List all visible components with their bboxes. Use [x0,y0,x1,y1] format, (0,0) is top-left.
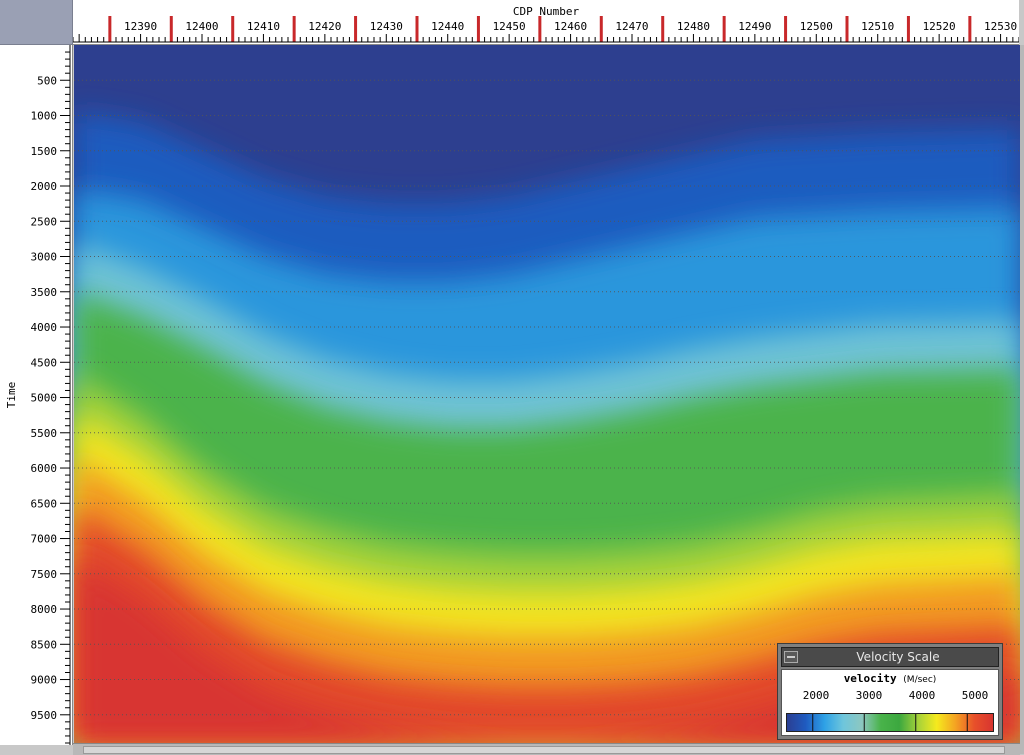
x-tick-label: 12430 [370,20,403,33]
x-major-tick [231,16,235,42]
x-major-tick [968,16,972,42]
colorbar-tick-label: 4000 [908,689,936,702]
y-tick-label: 5500 [31,427,58,440]
y-tick-label: 4500 [31,356,58,369]
x-tick-label: 12520 [923,20,956,33]
x-tick-label: 12530 [984,20,1017,33]
y-axis: Time 500 1000 1500 2000 2500 3000 3500 4000 4500 5… [0,45,73,745]
y-tick-label: 4000 [31,321,58,334]
y-tick-label: 2500 [31,215,58,228]
colorbar-label-text: velocity [843,672,897,685]
colorbar-tick-label: 5000 [961,689,989,702]
y-tick-label: 2000 [31,180,58,193]
y-tick-label: 7500 [31,568,58,581]
velocity-scale-title: Velocity Scale [856,650,940,664]
x-major-tick [661,16,665,42]
x-tick-label: 12400 [185,20,218,33]
x-tick-label: 12390 [124,20,157,33]
y-tick-label: 3000 [31,251,58,264]
y-tick-label: 5000 [31,392,58,405]
x-major-tick [722,16,726,42]
velocity-scale-window[interactable]: Velocity Scale velocity (M/sec) 2000 300… [777,643,1003,740]
x-major-tick [108,16,112,42]
x-tick-label: 12450 [493,20,526,33]
x-major-tick [906,16,910,42]
y-tick-label: 1500 [31,145,58,158]
window-menu-icon[interactable] [784,651,798,663]
x-major-tick [476,16,480,42]
x-major-tick [599,16,603,42]
colorbar-tick-label: 3000 [855,689,883,702]
x-tick-label: 12420 [308,20,341,33]
y-tick-label: 8000 [31,603,58,616]
y-axis-title: Time [5,382,18,409]
velocity-scale-panel: velocity (M/sec) 2000 3000 4000 5000 [781,669,999,736]
x-tick-label: 12460 [554,20,587,33]
x-major-tick [538,16,542,42]
x-axis-title: CDP Number [513,5,580,18]
x-axis: CDP Number 12390 12400 12410 12420 12430 12440… [73,0,1019,45]
velocity-section-plot[interactable] [74,45,1020,743]
y-tick-label: 3500 [31,286,58,299]
x-tick-label: 12510 [861,20,894,33]
x-tick-label: 12410 [247,20,280,33]
x-tick-label: 12440 [431,20,464,33]
y-tick-label: 6000 [31,462,58,475]
x-tick-label: 12480 [677,20,710,33]
colorbar-unit: (M/sec) [903,675,937,685]
x-major-tick [845,16,849,42]
y-tick-label: 6500 [31,497,58,510]
vertical-scrollbar[interactable] [1020,45,1024,754]
x-major-tick [292,16,296,42]
horizontal-scrollbar-thumb[interactable] [83,746,1005,754]
velocity-scale-titlebar[interactable]: Velocity Scale [781,647,999,667]
y-tick-label: 7000 [31,533,58,546]
x-tick-label: 12490 [738,20,771,33]
colorbar-tick-label: 2000 [802,689,830,702]
x-axis-svg: CDP Number 12390 12400 12410 12420 12430 12440… [73,5,1019,43]
y-tick-label: 500 [37,74,57,87]
y-tick-label: 9000 [31,674,58,687]
colorbar-gradient [787,714,993,731]
colorbar-ramp [786,713,994,732]
x-tick-label: 12500 [800,20,833,33]
x-major-tick [784,16,788,42]
y-tick-label: 9500 [31,709,58,722]
x-major-tick [169,16,173,42]
colorbar-label: velocity (M/sec) [782,672,998,685]
x-major-tick [415,16,419,42]
axis-corner [0,0,73,45]
x-tick-label: 12470 [615,20,648,33]
y-axis-svg: Time 500 1000 1500 2000 2500 3000 3500 4000 4500 5… [5,45,71,745]
velocity-heatmap[interactable] [74,45,1020,743]
y-tick-label: 8500 [31,638,58,651]
x-major-tick [354,16,358,42]
y-tick-label: 1000 [31,110,58,123]
horizontal-scrollbar[interactable] [73,743,1020,755]
